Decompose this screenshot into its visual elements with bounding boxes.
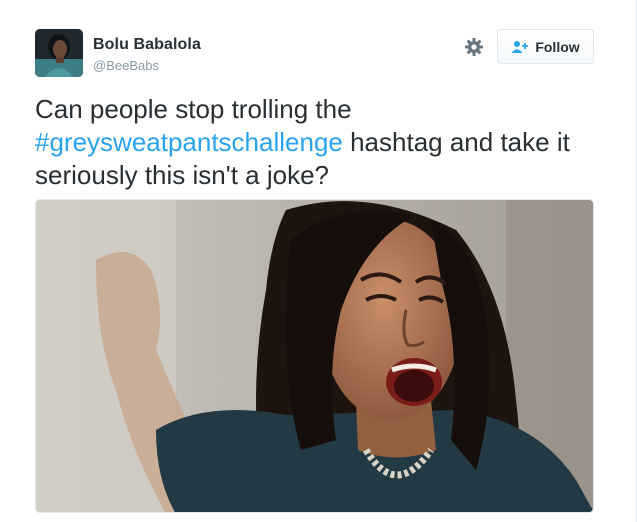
tweet-text-before: Can people stop trolling the bbox=[35, 94, 352, 124]
follow-button[interactable]: Follow bbox=[497, 29, 594, 64]
follow-button-label: Follow bbox=[535, 38, 580, 55]
tweet-text: Can people stop trolling the #greysweatp… bbox=[35, 93, 615, 192]
tweet-card: Bolu Babalola @BeeBabs Follow Can people… bbox=[0, 0, 637, 522]
photo-crying-woman bbox=[36, 200, 593, 512]
add-user-icon bbox=[511, 40, 529, 54]
tweet-photo[interactable] bbox=[35, 199, 594, 513]
author-handle[interactable]: @BeeBabs bbox=[93, 58, 159, 73]
avatar-photo bbox=[35, 29, 83, 77]
avatar[interactable] bbox=[35, 29, 83, 77]
hashtag-link[interactable]: #greysweatpantschallenge bbox=[35, 127, 343, 157]
gear-icon[interactable] bbox=[464, 37, 484, 57]
author-display-name[interactable]: Bolu Babalola bbox=[93, 36, 201, 54]
